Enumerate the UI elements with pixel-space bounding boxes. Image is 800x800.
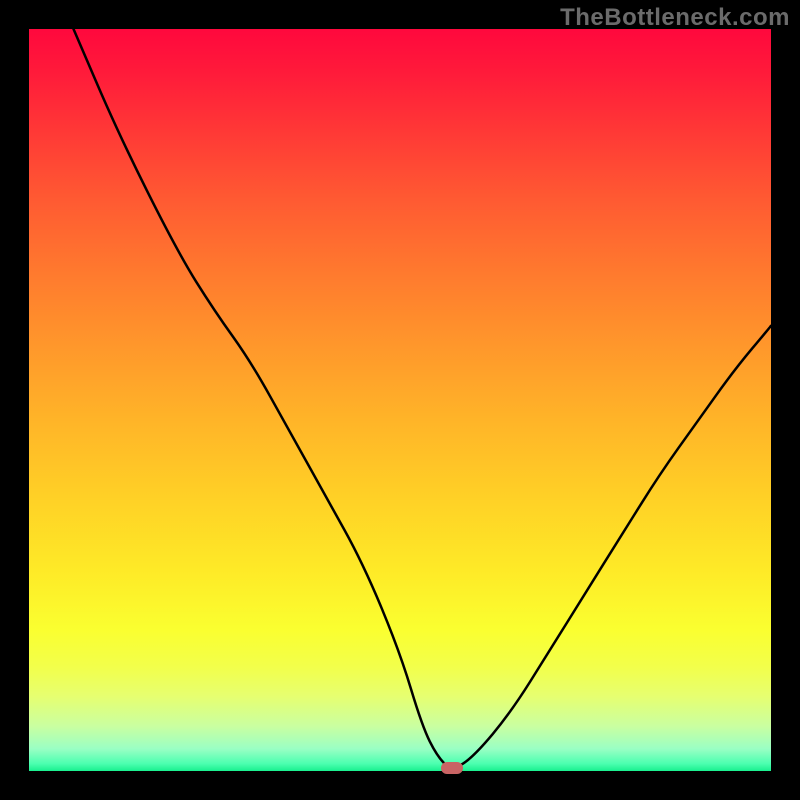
plot-area	[29, 29, 771, 771]
watermark-text: TheBottleneck.com	[560, 4, 790, 32]
optimal-marker	[441, 762, 463, 774]
bottleneck-curve	[29, 29, 771, 771]
chart-frame: TheBottleneck.com	[0, 0, 800, 800]
